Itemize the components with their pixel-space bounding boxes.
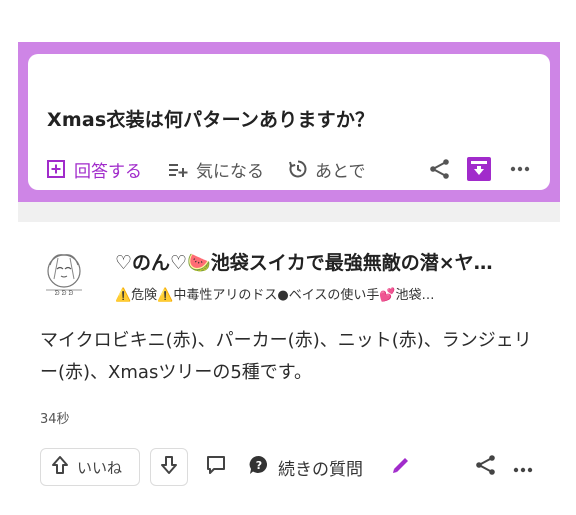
svg-text:ᗦ ᗦ ᗦ: ᗦ ᗦ ᗦ <box>55 290 74 297</box>
like-button[interactable]: いいね <box>40 448 140 486</box>
more-icon <box>510 166 530 172</box>
curious-button-label: 気になる <box>196 161 264 182</box>
later-button[interactable]: あとで <box>288 154 366 184</box>
answer-button[interactable]: 回答する <box>46 154 142 184</box>
question-more-button[interactable] <box>510 154 530 184</box>
add-answer-icon <box>46 159 66 179</box>
author-bio: ⚠️危険⚠️中毒性アリのドス●ベイスの使い手💕池袋… <box>115 288 435 303</box>
question-card: Xmas衣装は何パターンありますか？ 回答する 気になる あとで <box>28 54 550 190</box>
edit-button[interactable] <box>390 448 412 486</box>
answer-actions: いいね ? 続きの質問 <box>40 448 540 488</box>
question-bubble-icon: ? <box>248 454 270 481</box>
pencil-icon <box>390 454 412 480</box>
question-share-button[interactable] <box>429 154 451 184</box>
share-icon <box>475 454 497 480</box>
later-clock-icon <box>288 159 308 179</box>
follow-list-icon <box>168 160 188 178</box>
like-button-label: いいね <box>77 458 123 477</box>
continue-question-button[interactable]: ? 続きの質問 <box>248 448 363 486</box>
answer-share-button[interactable] <box>475 448 497 486</box>
upvote-icon <box>51 455 69 479</box>
answer-text: マイクロビキニ(赤)、パーカー(赤)、ニット(赤)、ランジェリー(赤)、Xmas… <box>40 330 532 383</box>
answer-button-label: 回答する <box>74 161 142 182</box>
answer-more-button[interactable] <box>513 448 533 486</box>
continue-question-label: 続きの質問 <box>278 459 363 480</box>
question-archive-button[interactable] <box>467 154 491 184</box>
downvote-button[interactable] <box>150 448 188 486</box>
curious-button[interactable]: 気になる <box>168 154 264 184</box>
question-title[interactable]: Xmas衣装は何パターンありますか？ <box>47 105 374 132</box>
author-avatar[interactable]: ᗦ ᗦ ᗦ <box>40 249 88 297</box>
downvote-icon <box>160 455 178 479</box>
later-button-label: あとで <box>315 161 366 182</box>
section-divider <box>18 202 560 222</box>
author-name[interactable]: ♡のん♡🍉池袋スイカで最強無敵の潜×ヤ… <box>115 248 535 275</box>
question-card-frame: Xmas衣装は何パターンありますか？ 回答する 気になる あとで <box>18 42 560 202</box>
comment-button[interactable] <box>205 448 227 486</box>
svg-text:?: ? <box>256 459 262 472</box>
more-icon <box>513 458 533 477</box>
answer-timestamp: 34秒 <box>40 412 70 427</box>
archive-icon <box>467 157 491 181</box>
comment-icon <box>205 454 227 480</box>
share-icon <box>429 158 451 180</box>
question-actions: 回答する 気になる あとで <box>46 154 546 184</box>
